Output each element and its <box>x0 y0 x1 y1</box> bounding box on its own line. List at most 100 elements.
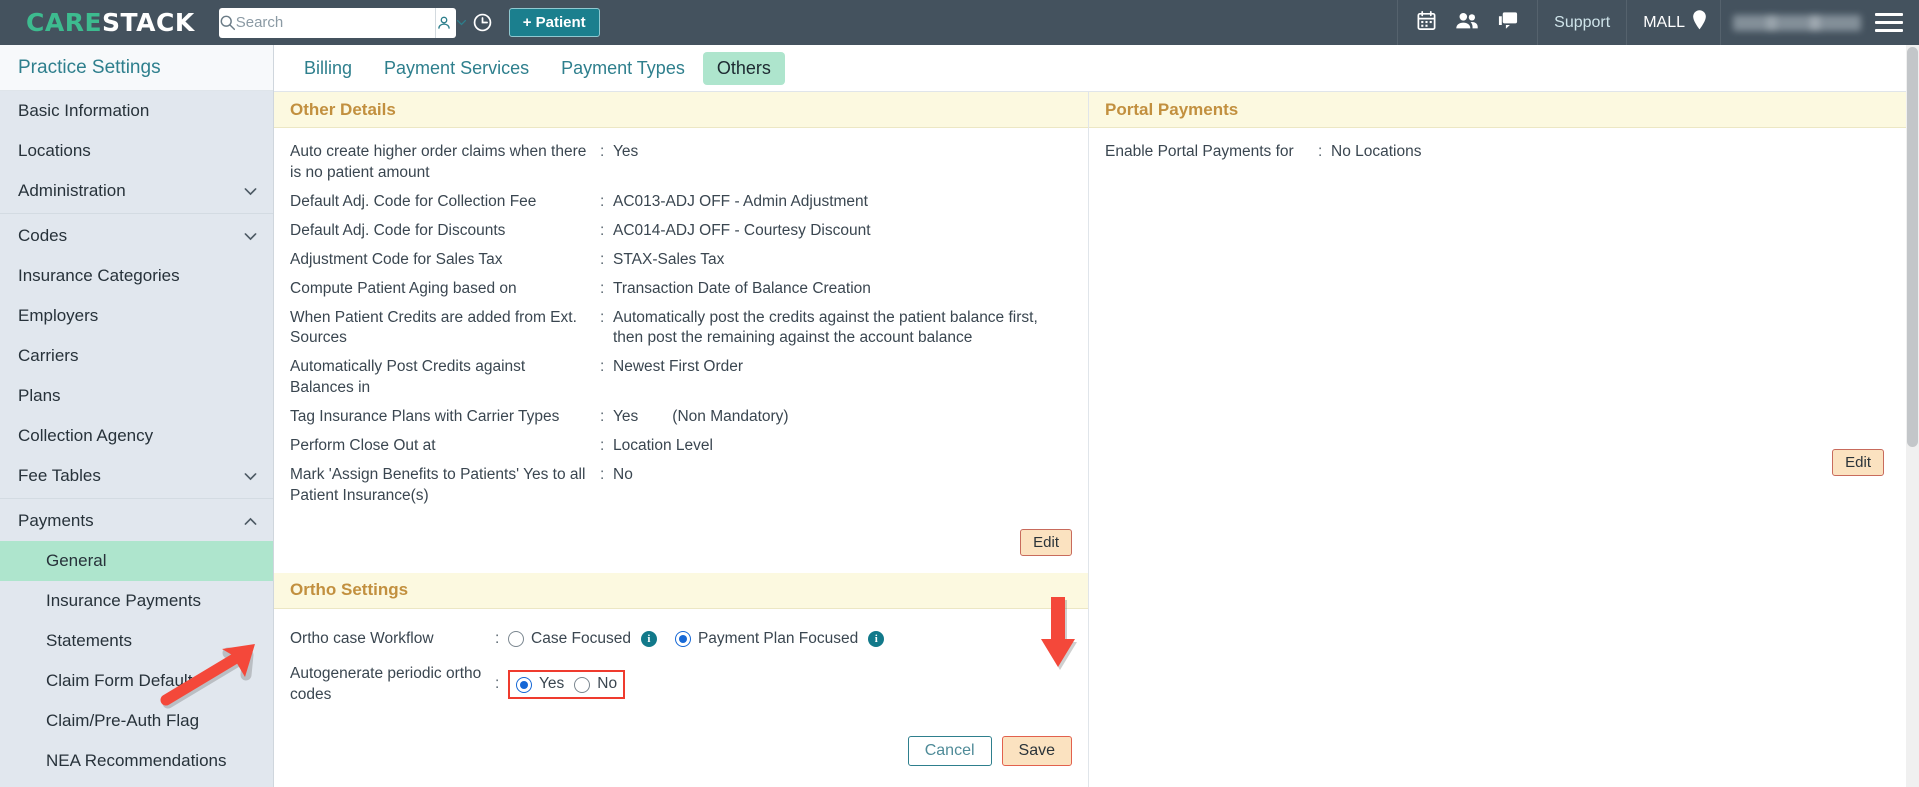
user-account-name-blurred[interactable] <box>1733 14 1861 31</box>
sidebar-item-employers[interactable]: Employers <box>0 296 273 336</box>
search-input[interactable] <box>235 8 435 37</box>
chevron-up-icon[interactable] <box>242 513 259 530</box>
top-header-bar: CARESTACK + Patient Support MALL <box>0 0 1919 45</box>
carestack-logo[interactable]: CARE STACK <box>0 8 213 37</box>
info-icon-case-focused[interactable]: i <box>640 631 657 648</box>
sidebar-item-insurance-payments[interactable]: Insurance Payments <box>0 581 273 621</box>
sidebar-item-label: Administration <box>18 181 126 200</box>
sidebar-item-locations[interactable]: Locations <box>0 131 273 171</box>
sidebar-divider <box>0 213 273 214</box>
calendar-icon[interactable] <box>1416 10 1437 36</box>
sidebar-item-general[interactable]: General <box>0 541 273 581</box>
detail-row-label: Mark 'Assign Benefits to Patients' Yes t… <box>290 466 586 504</box>
sidebar-item-insurance-categories[interactable]: Insurance Categories <box>0 256 273 296</box>
detail-row-label: Perform Close Out at <box>290 437 436 455</box>
location-selector[interactable]: MALL <box>1627 0 1720 45</box>
other-details-rows: Auto create higher order claims when the… <box>290 142 1072 507</box>
sidebar-item-codes[interactable]: Codes <box>0 216 273 256</box>
people-icon[interactable] <box>1455 10 1479 36</box>
tab-payment-types[interactable]: Payment Types <box>547 52 699 85</box>
portal-payments-edit-button[interactable]: Edit <box>1832 448 1884 476</box>
row-colon: : <box>600 358 605 376</box>
radio-case-focused[interactable] <box>508 631 524 648</box>
detail-row: When Patient Credits are added from Ext.… <box>290 308 1072 350</box>
detail-row-value-note: (Non Mandatory) <box>672 408 789 426</box>
other-details-body: Auto create higher order claims when the… <box>274 128 1088 519</box>
sidebar-item-nea-recommendations[interactable]: NEA Recommendations <box>0 741 273 781</box>
row-colon: : <box>600 308 605 326</box>
sidebar-item-billing-providers[interactable]: Billing Providers <box>0 781 273 787</box>
detail-row: Compute Patient Aging based on: Transacti… <box>290 279 1072 300</box>
sidebar-item-plans[interactable]: Plans <box>0 376 273 416</box>
hamburger-menu-icon[interactable] <box>1875 13 1903 32</box>
detail-row: Perform Close Out at: Location Level <box>290 436 1072 457</box>
radio-autogenerate-yes[interactable] <box>516 676 532 693</box>
sidebar-title: Practice Settings <box>0 45 273 91</box>
page-scrollbar[interactable] <box>1906 45 1919 787</box>
chevron-down-icon[interactable] <box>242 183 259 200</box>
recent-clock-icon[interactable] <box>472 12 493 33</box>
sidebar-item-payments[interactable]: Payments <box>0 501 273 541</box>
chevron-down-icon[interactable] <box>242 228 259 245</box>
radio-label-autogenerate-no: No <box>597 675 618 693</box>
sidebar-item-carriers[interactable]: Carriers <box>0 336 273 376</box>
detail-row-value-text: Yes <box>613 408 639 426</box>
sidebar-item-basic-information[interactable]: Basic Information <box>0 91 273 131</box>
radio-label-autogenerate-yes: Yes <box>539 675 565 693</box>
sidebar-item-label: Carriers <box>18 346 79 365</box>
detail-row-value: AC013-ADJ OFF - Admin Adjustment <box>613 192 868 210</box>
sidebar-item-fee-tables[interactable]: Fee Tables <box>0 456 273 496</box>
sidebar-item-label: Employers <box>18 306 99 325</box>
chat-icon[interactable] <box>1497 10 1519 36</box>
detail-row: Tag Insurance Plans with Carrier Types: Y… <box>290 407 1072 428</box>
detail-row-value: Newest First Order <box>613 358 744 376</box>
sidebar-item-claim-pre-auth-flag[interactable]: Claim/Pre-Auth Flag <box>0 701 273 741</box>
info-icon-payment-plan-focused[interactable]: i <box>868 631 885 648</box>
cancel-button[interactable]: Cancel <box>907 735 992 766</box>
sidebar-item-label: General <box>46 551 107 570</box>
detail-row-label: Adjustment Code for Sales Tax <box>290 250 503 268</box>
ortho-case-workflow-row: Ortho case Workflow : Case Focused i Pay… <box>290 629 1072 650</box>
portal-payments-header: Portal Payments <box>1089 92 1919 128</box>
radio-autogenerate-no[interactable] <box>574 676 591 693</box>
ortho-case-workflow-options: Case Focused i Payment Plan Focused i <box>508 629 1072 650</box>
sidebar-item-label: Collection Agency <box>18 426 154 445</box>
scrollbar-thumb[interactable] <box>1907 47 1918 447</box>
right-pane: Portal Payments Enable Portal Payments f… <box>1089 92 1919 787</box>
radio-label-payment-plan-focused: Payment Plan Focused <box>697 629 859 647</box>
tab-list: Billing Payment Services Payment Types Othe… <box>290 51 785 85</box>
autogenerate-ortho-codes-row: Autogenerate periodic ortho codes : Yes … <box>290 664 1072 706</box>
sidebar-item-collection-agency[interactable]: Collection Agency <box>0 416 273 456</box>
tab-others[interactable]: Others <box>702 51 785 85</box>
sidebar-item-label: Fee Tables <box>18 466 101 485</box>
sidebar-item-label: Statements <box>46 631 132 650</box>
logo-text-care: CARE <box>26 8 103 37</box>
save-button[interactable]: Save <box>1001 735 1072 766</box>
sidebar-item-claim-form-defaults[interactable]: Claim Form Defaults <box>0 661 273 701</box>
radio-payment-plan-focused[interactable] <box>674 631 691 648</box>
autogenerate-label: Autogenerate periodic ortho codes <box>290 664 482 703</box>
sidebar-item-label: Plans <box>18 386 61 405</box>
settings-panes: Other Details Auto create higher order c… <box>274 92 1919 787</box>
detail-row-value: AC014-ADJ OFF - Courtesy Discount <box>613 221 871 239</box>
settings-tab-bar: Billing Payment Services Payment Types Othe… <box>274 45 1919 92</box>
ortho-settings-body: Ortho case Workflow : Case Focused i Pay… <box>274 609 1088 718</box>
tab-billing[interactable]: Billing <box>290 52 366 85</box>
highlight-box-autogenerate: Yes No <box>508 670 626 700</box>
add-patient-button[interactable]: + Patient <box>508 8 600 37</box>
search-bar[interactable] <box>218 7 466 38</box>
other-details-header: Other Details <box>274 92 1088 128</box>
detail-row-value: Transaction Date of Balance Creation <box>613 279 871 297</box>
other-details-actions: Edit <box>274 519 1088 556</box>
tab-payment-services[interactable]: Payment Services <box>370 52 543 85</box>
support-link[interactable]: Support <box>1538 0 1626 45</box>
portal-payments-rows: Enable Portal Payments for: No Locations <box>1105 142 1903 163</box>
other-details-edit-button[interactable]: Edit <box>1020 528 1072 556</box>
detail-row-value: STAX-Sales Tax <box>613 250 725 268</box>
sidebar-item-administration[interactable]: Administration <box>0 171 273 211</box>
detail-row: Default Adj. Code for Collection Fee: AC0… <box>290 192 1072 213</box>
detail-row: Adjustment Code for Sales Tax: STAX-Sales… <box>290 250 1072 271</box>
search-scope-person-dropdown[interactable] <box>434 7 468 38</box>
sidebar-item-statements[interactable]: Statements <box>0 621 273 661</box>
chevron-down-icon[interactable] <box>242 468 259 485</box>
